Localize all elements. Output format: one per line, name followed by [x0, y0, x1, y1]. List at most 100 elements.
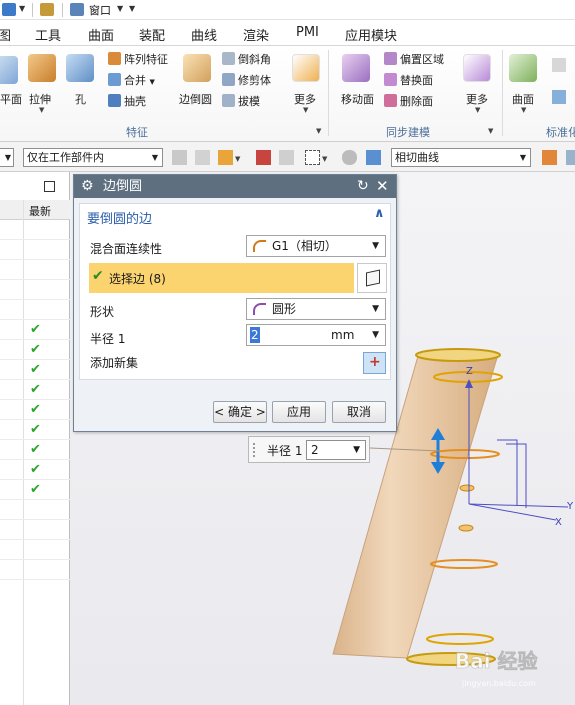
navigator-row[interactable]: ✔	[0, 360, 70, 380]
group-expand-icon[interactable]: ▼	[316, 127, 321, 135]
window-icon[interactable]	[70, 3, 84, 16]
add-new-set-button[interactable]: +	[363, 352, 386, 374]
snap-point-icon[interactable]	[218, 150, 233, 165]
navigator-row[interactable]	[0, 520, 70, 540]
curve-rule-dropdown[interactable]: 相切曲线 ▼	[391, 148, 531, 167]
move-face-label[interactable]: 移动面	[341, 91, 374, 107]
rectangle-select-icon[interactable]	[305, 150, 320, 165]
shell-button[interactable]: 抽壳	[108, 93, 146, 111]
more-sync-label[interactable]: 更多	[466, 91, 488, 107]
reset-icon[interactable]: ↻	[357, 175, 369, 198]
surface-tool-icon[interactable]	[552, 58, 566, 72]
navigator-row[interactable]: ✔	[0, 460, 70, 480]
pattern-feature-button[interactable]: 阵列特征	[108, 51, 168, 69]
extrude-label[interactable]: 拉伸	[29, 91, 51, 107]
radius-input[interactable]: 2 mm ▼	[246, 324, 386, 346]
navigator-row[interactable]: ✔	[0, 340, 70, 360]
drag-grip-icon[interactable]	[253, 443, 259, 457]
tab-surface[interactable]: 曲面	[88, 25, 114, 44]
section-title[interactable]: 要倒圆的边	[87, 208, 152, 227]
extrude-icon[interactable]	[28, 54, 56, 82]
trim-body-button[interactable]: 修剪体	[222, 72, 271, 90]
navigator-row[interactable]: ✔	[0, 480, 70, 500]
tab-application[interactable]: 应用模块	[345, 25, 397, 44]
replace-face-button[interactable]: 替换面	[384, 72, 433, 90]
chevron-down-icon[interactable]: ▼	[19, 4, 25, 13]
collapse-icon[interactable]: ∧	[374, 206, 385, 221]
edge-blend-label[interactable]: 边倒圆	[179, 91, 212, 107]
chamfer-button[interactable]: 倒斜角	[222, 51, 271, 69]
hole-icon[interactable]	[66, 54, 94, 82]
continuity-dropdown[interactable]: G1（相切） ▼	[246, 235, 386, 257]
chevron-down-icon[interactable]: ▼	[521, 106, 526, 114]
radius-value[interactable]: 2	[250, 327, 260, 343]
chevron-down-icon[interactable]: ▼	[117, 4, 123, 13]
chevron-down-icon[interactable]: ▼	[475, 106, 480, 114]
small-face-edge[interactable]	[458, 524, 474, 532]
onscreen-radius-field[interactable]: 2 ▼	[306, 440, 366, 460]
navigator-row[interactable]	[0, 220, 70, 240]
customize-icon[interactable]: ▼	[129, 4, 135, 13]
navigator-row[interactable]: ✔	[0, 400, 70, 420]
surface-label[interactable]: 曲面	[512, 91, 534, 107]
curve-rule-icon[interactable]	[256, 150, 271, 165]
more-sync-icon[interactable]	[463, 54, 491, 82]
body-icon[interactable]	[366, 150, 381, 165]
touch-mode-icon[interactable]	[40, 3, 54, 16]
chevron-down-icon[interactable]: ▼	[235, 155, 240, 163]
more-features-label[interactable]: 更多	[294, 91, 316, 107]
navigator-row[interactable]: ✔	[0, 320, 70, 340]
chevron-down-icon[interactable]: ▼	[303, 106, 308, 114]
maximize-icon[interactable]	[44, 181, 55, 192]
chevron-down-icon[interactable]: ▼	[322, 155, 327, 163]
top-rim-edge[interactable]	[415, 348, 501, 362]
surface-tool-icon[interactable]	[552, 90, 566, 104]
tab-render[interactable]: 渲染	[243, 25, 269, 44]
surface-icon[interactable]	[509, 54, 537, 82]
delete-face-button[interactable]: 删除面	[384, 93, 433, 111]
ok-button[interactable]: < 确定 >	[213, 401, 267, 423]
navigator-row[interactable]	[0, 500, 70, 520]
add-intersection-icon[interactable]	[542, 150, 557, 165]
hole-label[interactable]: 孔	[75, 91, 86, 107]
navigator-row[interactable]: ✔	[0, 440, 70, 460]
navigator-row[interactable]	[0, 260, 70, 280]
select-edge-button[interactable]	[357, 263, 387, 293]
select-feature-icon[interactable]	[172, 150, 187, 165]
selection-scope-dropdown[interactable]: 仅在工作部件内 ▼	[23, 148, 163, 167]
unite-button[interactable]: 合并 ▼	[108, 72, 155, 90]
select-edge-row[interactable]: ✔ 选择边 (8)	[89, 263, 354, 293]
draft-button[interactable]: 拔模	[222, 93, 260, 111]
more-features-icon[interactable]	[292, 54, 320, 82]
type-filter-dropdown[interactable]: ▼	[0, 148, 14, 167]
datum-plane-icon[interactable]	[0, 56, 18, 84]
dialog-title-bar[interactable]: ⚙ 边倒圆 ↻ ✕	[74, 175, 396, 198]
navigator-row[interactable]	[0, 540, 70, 560]
undo-icon[interactable]	[2, 3, 16, 16]
edge-blend-icon[interactable]	[183, 54, 211, 82]
navigator-row[interactable]	[0, 280, 70, 300]
navigator-row[interactable]	[0, 560, 70, 580]
select-point-icon[interactable]	[195, 150, 210, 165]
group-expand-icon[interactable]: ▼	[488, 127, 493, 135]
navigator-row[interactable]: ✔	[0, 380, 70, 400]
shape-dropdown[interactable]: 圆形 ▼	[246, 298, 386, 320]
navigator-row[interactable]	[0, 240, 70, 260]
small-face-edge[interactable]	[459, 484, 475, 492]
tab-curve[interactable]: 曲线	[191, 25, 217, 44]
window-menu[interactable]: 窗口	[89, 2, 111, 18]
tab-pmi[interactable]: PMI	[296, 25, 319, 40]
gear-icon[interactable]: ⚙	[81, 175, 94, 198]
stop-at-intersection-icon[interactable]	[566, 150, 575, 165]
apply-button[interactable]: 应用	[272, 401, 326, 423]
hole-edge[interactable]	[430, 559, 498, 569]
tab-view[interactable]: 图	[0, 25, 11, 44]
offset-region-button[interactable]: 偏置区域	[384, 51, 444, 69]
bottom-inner-rim-edge[interactable]	[426, 633, 494, 645]
tab-assembly[interactable]: 装配	[139, 25, 165, 44]
navigator-row[interactable]	[0, 300, 70, 320]
close-icon[interactable]: ✕	[376, 175, 389, 198]
column-latest[interactable]: 最新	[29, 203, 51, 219]
cancel-button[interactable]: 取消	[332, 401, 386, 423]
move-face-icon[interactable]	[342, 54, 370, 82]
